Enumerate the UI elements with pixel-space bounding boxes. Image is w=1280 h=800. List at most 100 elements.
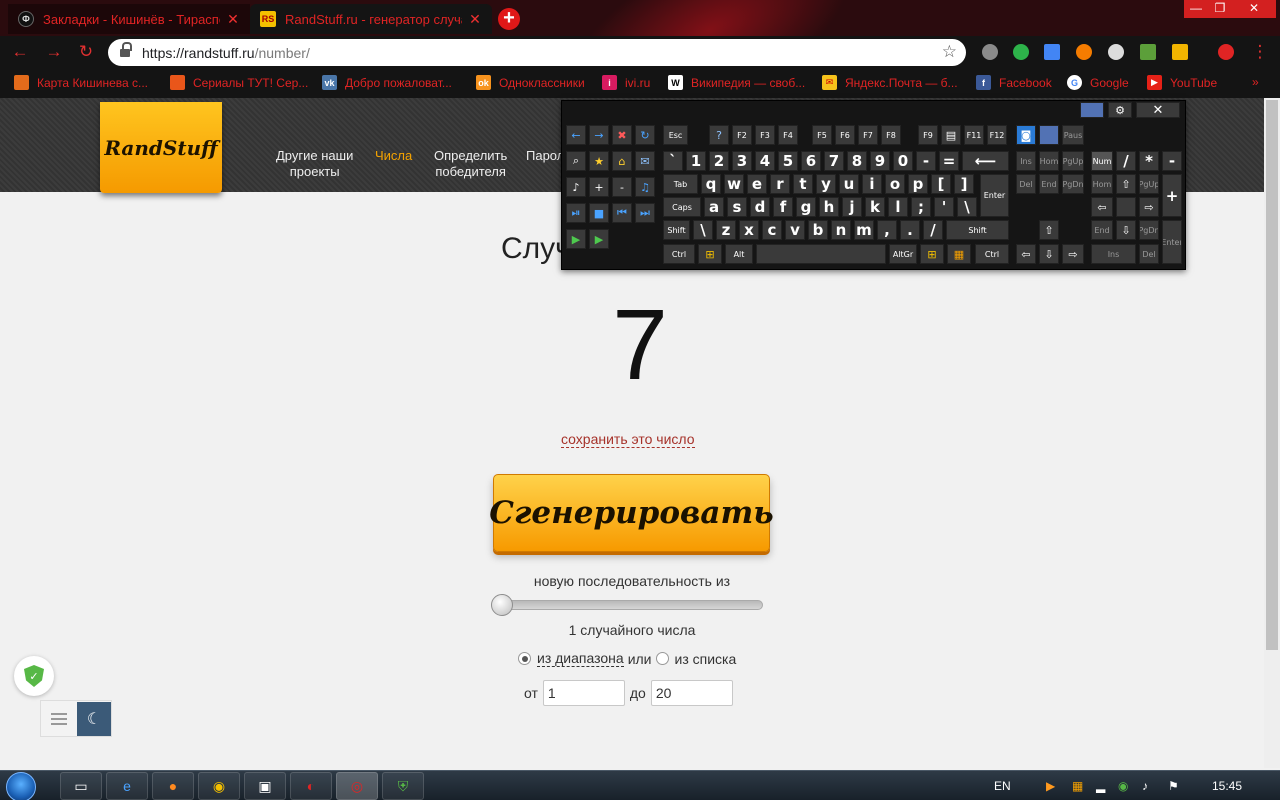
bookmark-map[interactable]: Карта Кишинева с...	[14, 75, 148, 90]
key-e[interactable]: e	[747, 174, 767, 194]
key-minus[interactable]: -	[916, 151, 936, 171]
home-icon[interactable]: ⌂	[612, 151, 632, 171]
key-m[interactable]: m	[854, 220, 874, 240]
site-logo[interactable]: RandStuff	[100, 102, 222, 193]
key-left-ctrl[interactable]: Ctrl	[663, 244, 695, 264]
menu-pick-winner[interactable]: Определить победителя	[434, 148, 507, 180]
num-arrow-left-icon[interactable]: ⇦	[1091, 197, 1113, 217]
taskbar-adguard-icon[interactable]: ⛨	[382, 772, 424, 800]
key-2[interactable]: 2	[709, 151, 729, 171]
key-t[interactable]: t	[793, 174, 813, 194]
key-x[interactable]: x	[739, 220, 759, 240]
taskbar-chrome-icon[interactable]: ◎	[336, 772, 378, 800]
key-u[interactable]: u	[839, 174, 859, 194]
minimize-window-button[interactable]: —	[1184, 0, 1208, 18]
key-num-pgup[interactable]: PgUp	[1139, 174, 1159, 194]
browser-refresh-icon[interactable]: ↻	[635, 125, 655, 145]
browser-back-icon[interactable]: ←	[566, 125, 586, 145]
key-f6[interactable]: F6	[835, 125, 855, 145]
tray-keyboard-icon[interactable]: ▦	[1072, 779, 1083, 793]
key-end[interactable]: End	[1039, 174, 1059, 194]
key-period[interactable]: .	[900, 220, 920, 240]
tray-network-icon[interactable]: ▂	[1096, 779, 1105, 793]
key-8[interactable]: 8	[847, 151, 867, 171]
key-pgdn[interactable]: PgDn	[1062, 174, 1084, 194]
bookmarks-overflow-icon[interactable]: »	[1252, 75, 1259, 89]
key-slash[interactable]: /	[923, 220, 943, 240]
key-o[interactable]: o	[885, 174, 905, 194]
arrow-left-icon[interactable]: ⇦	[1016, 244, 1036, 264]
mail-icon[interactable]: ✉	[635, 151, 655, 171]
language-flag-icon[interactable]	[1039, 125, 1059, 145]
tray-volume-icon[interactable]: ♪	[1142, 779, 1148, 793]
key-h[interactable]: h	[819, 197, 839, 217]
blocks-extension-icon[interactable]	[1140, 44, 1156, 60]
range-mode-label[interactable]: из диапазона	[537, 650, 624, 667]
tab-bookmarks[interactable]: Ф Закладки - Кишинёв - Тирасполь ✕	[8, 4, 250, 34]
range-mode-radio[interactable]	[518, 652, 531, 665]
gear-icon[interactable]: ⚙	[1108, 102, 1132, 118]
key-5[interactable]: 5	[778, 151, 798, 171]
tray-flag-icon[interactable]: ⚑	[1168, 779, 1179, 793]
maximize-window-button[interactable]: ❐	[1208, 0, 1232, 18]
key-d[interactable]: d	[750, 197, 770, 217]
key-tab[interactable]: Tab	[663, 174, 698, 194]
taskbar-ie-icon[interactable]: e	[106, 772, 148, 800]
bookmark-serials[interactable]: Сериалы ТУТ! Сер...	[170, 75, 308, 90]
key-f9[interactable]: F9	[918, 125, 938, 145]
puzzle-extension-icon[interactable]	[1172, 44, 1188, 60]
key-pause[interactable]: Paus	[1062, 125, 1084, 145]
key-7[interactable]: 7	[824, 151, 844, 171]
adguard-shield-button[interactable]: ✓	[14, 656, 54, 696]
save-number-link[interactable]: сохранить это число	[561, 431, 695, 448]
taskbar-media-icon[interactable]: ◐	[290, 772, 332, 800]
green-ring-extension-icon[interactable]	[1013, 44, 1029, 60]
stop-media-icon[interactable]: ■	[589, 203, 609, 223]
generate-button[interactable]: Сгенерировать	[489, 474, 774, 552]
translate-extension-icon[interactable]	[1044, 44, 1060, 60]
key-esc[interactable]: Esc	[663, 125, 688, 145]
menu-numbers[interactable]: Числа	[375, 148, 412, 164]
key-6[interactable]: 6	[801, 151, 821, 171]
new-tab-button[interactable]: +	[498, 8, 520, 30]
bookmark-ok[interactable]: ok Одноклассники	[476, 75, 585, 90]
key-g[interactable]: g	[796, 197, 816, 217]
list-mode-label[interactable]: из списка	[675, 651, 737, 667]
key-altgr[interactable]: AltGr	[889, 244, 917, 264]
taskbar-firefox-icon[interactable]: ●	[152, 772, 194, 800]
key-quote[interactable]: '	[934, 197, 954, 217]
key-extra-backslash[interactable]: \	[693, 220, 713, 240]
key-num-plus[interactable]: +	[1162, 174, 1182, 217]
favorites-star-icon[interactable]: ★	[589, 151, 609, 171]
key-alt[interactable]: Alt	[725, 244, 753, 264]
forward-arrow-icon[interactable]: →	[44, 42, 64, 62]
key-i[interactable]: i	[862, 174, 882, 194]
hamburger-menu-icon[interactable]	[51, 713, 67, 715]
app-launch-2-icon[interactable]: ▶	[589, 229, 609, 249]
volume-down-icon[interactable]: -	[612, 177, 632, 197]
lightbulb-extension-icon[interactable]	[982, 44, 998, 60]
volume-up-icon[interactable]: +	[589, 177, 609, 197]
key-num-5[interactable]	[1116, 197, 1136, 217]
key-n[interactable]: n	[831, 220, 851, 240]
next-track-icon[interactable]: ⏭	[635, 203, 655, 223]
list-mode-radio[interactable]	[655, 652, 669, 665]
arrow-right-icon[interactable]: ⇨	[1062, 244, 1084, 264]
tab-close-icon[interactable]: ✕	[226, 11, 240, 28]
key-r[interactable]: r	[770, 174, 790, 194]
taskbar-clock[interactable]: 15:45	[1212, 779, 1242, 793]
key-3[interactable]: 3	[732, 151, 752, 171]
key-z[interactable]: z	[716, 220, 736, 240]
key-p[interactable]: p	[908, 174, 928, 194]
backspace-arrow-icon[interactable]: ⟵	[962, 151, 1009, 171]
key-pgup[interactable]: PgUp	[1062, 151, 1084, 171]
close-keyboard-icon[interactable]: ✕	[1136, 102, 1180, 118]
tray-player-icon[interactable]: ▶	[1046, 779, 1055, 793]
key-j[interactable]: j	[842, 197, 862, 217]
key-1[interactable]: 1	[686, 151, 706, 171]
key-ins[interactable]: Ins	[1016, 151, 1036, 171]
browser-stop-icon[interactable]: ✖	[612, 125, 632, 145]
key-f4[interactable]: F4	[778, 125, 798, 145]
key-y[interactable]: y	[816, 174, 836, 194]
moon-extension-icon[interactable]	[1108, 44, 1124, 60]
